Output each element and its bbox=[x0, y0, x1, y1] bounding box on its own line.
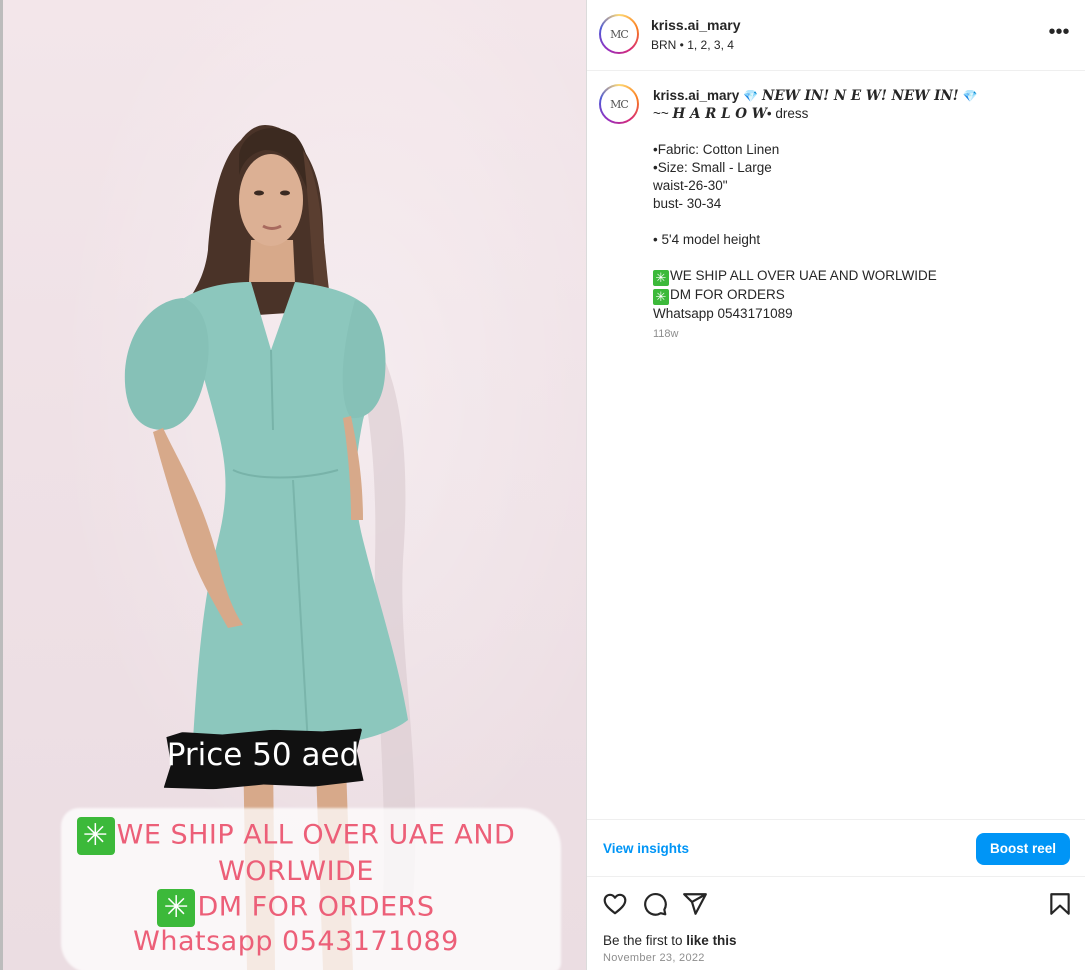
post-header: MC kriss.ai_mary BRN • 1, 2, 3, 4 ••• bbox=[587, 0, 1085, 71]
caption-timestamp[interactable]: 118w bbox=[653, 328, 678, 340]
like-this-link[interactable]: like this bbox=[686, 933, 736, 948]
heart-icon[interactable] bbox=[602, 891, 628, 917]
comment-icon[interactable] bbox=[642, 891, 668, 917]
overlay-ship-line-2: WORLWIDE bbox=[218, 856, 374, 887]
caption-avatar[interactable]: MC bbox=[599, 84, 639, 124]
caption-blank bbox=[653, 213, 1073, 231]
caption-blank bbox=[653, 249, 1073, 267]
post-date[interactable]: November 23, 2022 bbox=[603, 952, 705, 964]
sparkle-icon: ✳ bbox=[157, 889, 196, 927]
overlay-whatsapp-line: Whatsapp 0543171089 bbox=[133, 926, 459, 957]
caption-waist: waist-26-30" bbox=[653, 178, 728, 193]
caption-bust: bust- 30-34 bbox=[653, 196, 722, 211]
more-options-icon[interactable]: ••• bbox=[1047, 22, 1071, 44]
bookmark-icon[interactable] bbox=[1047, 891, 1073, 917]
sparkle-icon: ✳ bbox=[76, 817, 115, 855]
post-media[interactable]: Price 50 aed ✳ WE SHIP ALL OVER UAE AND W… bbox=[0, 0, 586, 970]
avatar-initials: MC bbox=[610, 27, 629, 41]
sparkle-icon: ✳ bbox=[653, 270, 669, 286]
location-label[interactable]: BRN • 1, 2, 3, 4 bbox=[651, 38, 734, 52]
caption-fabric: •Fabric: Cotton Linen bbox=[653, 142, 780, 157]
avatar[interactable]: MC bbox=[599, 14, 639, 54]
caption-size: •Size: Small - Large bbox=[653, 160, 772, 175]
boost-reel-button[interactable]: Boost reel bbox=[976, 833, 1070, 865]
overlay-dm-line: ✳ DM FOR ORDERS bbox=[3, 889, 586, 927]
sparkle-icon: ✳ bbox=[653, 289, 669, 305]
avatar-initials: MC bbox=[610, 97, 629, 111]
caption-blank bbox=[653, 123, 1073, 141]
gem-icon: 💎 bbox=[743, 89, 759, 103]
caption-username[interactable]: kriss.ai_mary bbox=[653, 88, 739, 103]
caption-model-height: • 5'4 model height bbox=[653, 232, 761, 247]
price-label: Price 50 aed bbox=[166, 737, 360, 773]
header-username[interactable]: kriss.ai_mary bbox=[651, 17, 741, 33]
caption-dm: ✳ DM FOR ORDERS bbox=[653, 286, 1073, 305]
caption-headline: kriss.ai_mary 💎 𝑵𝑬𝑾 𝑰𝑵! 𝑵 𝑬 𝑾! 𝑵𝑬𝑾 𝑰𝑵! 💎 bbox=[653, 87, 1073, 105]
insights-bar: View insights Boost reel bbox=[587, 819, 1085, 877]
caption-new-in: 𝑵𝑬𝑾 𝑰𝑵! 𝑵 𝑬 𝑾! 𝑵𝑬𝑾 𝑰𝑵! bbox=[762, 88, 959, 104]
caption-ship: ✳ WE SHIP ALL OVER UAE AND WORLWIDE bbox=[653, 267, 1073, 286]
post-details-panel: MC kriss.ai_mary BRN • 1, 2, 3, 4 ••• MC… bbox=[587, 0, 1085, 970]
likes-summary: Be the first to like this bbox=[603, 933, 737, 948]
caption-dress-name: ~~ 𝑯 𝑨 𝑹 𝑳 𝑶 𝑾• dress bbox=[653, 106, 809, 122]
caption-whatsapp: Whatsapp 0543171089 bbox=[653, 306, 793, 321]
post-caption: kriss.ai_mary 💎 𝑵𝑬𝑾 𝑰𝑵! 𝑵 𝑬 𝑾! 𝑵𝑬𝑾 𝑰𝑵! 💎 … bbox=[653, 87, 1073, 323]
share-icon[interactable] bbox=[682, 891, 708, 917]
view-insights-link[interactable]: View insights bbox=[603, 841, 689, 856]
overlay-ship-line-1: ✳ WE SHIP ALL OVER UAE AND bbox=[3, 817, 586, 855]
gem-icon: 💎 bbox=[962, 89, 978, 103]
